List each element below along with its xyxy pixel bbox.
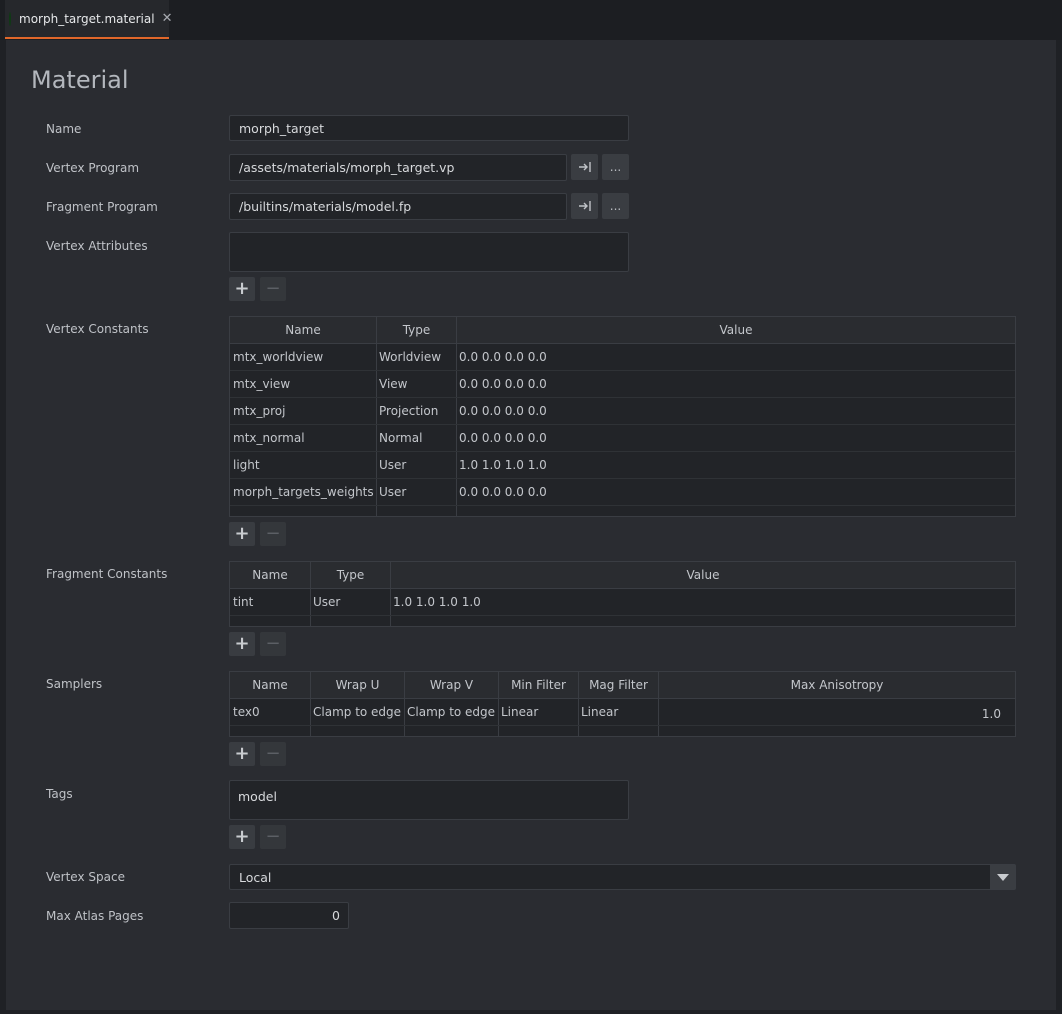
table-header: Name Type Value [230,562,1015,589]
cell-type: User [379,485,407,499]
cell-mag-filter: Linear [581,705,619,719]
vertex-program-input[interactable]: /assets/materials/morph_target.vp [229,154,567,181]
cell-type: View [379,377,408,391]
cell-value: 0.0 0.0 0.0 0.0 [459,377,547,391]
table-row[interactable]: mtx_worldview Worldview 0.0 0.0 0.0 0.0 [230,344,1015,371]
fragment-constants-label: Fragment Constants [46,567,168,581]
remove-vertex-attribute-button[interactable]: − [260,277,286,301]
column-header-max-anisotropy[interactable]: Max Anisotropy [659,672,1015,699]
cell-name: tint [233,595,254,609]
cell-min-filter: Linear [501,705,539,719]
column-header-mag-filter[interactable]: Mag Filter [579,672,659,699]
column-header-name[interactable]: Name [230,562,311,589]
vertex-space-label: Vertex Space [46,870,125,884]
open-resource-icon [578,162,591,172]
vertex-constants-label: Vertex Constants [46,322,149,336]
vertex-program-label: Vertex Program [46,161,140,175]
remove-tag-button[interactable]: − [260,825,286,849]
column-header-name[interactable]: Name [230,672,311,699]
cell-name: mtx_view [233,377,291,391]
table-row[interactable]: tex0 Clamp to edge Clamp to edge Linear … [230,699,1015,726]
table-row[interactable]: light User 1.0 1.0 1.0 1.0 [230,452,1015,479]
name-input[interactable]: morph_target [229,115,629,141]
samplers-table: Name Wrap U Wrap V Min Filter Mag Filter… [229,671,1016,737]
samplers-label: Samplers [46,677,103,691]
cell-wrap-v: Clamp to edge [407,705,496,719]
vertex-attributes-label: Vertex Attributes [46,239,148,253]
column-header-type[interactable]: Type [377,317,457,344]
add-tag-button[interactable]: + [229,825,255,849]
column-header-min-filter[interactable]: Min Filter [499,672,579,699]
table-row[interactable]: mtx_normal Normal 0.0 0.0 0.0 0.0 [230,425,1015,452]
cell-max-anisotropy: 1.0 [981,707,1001,721]
dropdown-arrow-icon[interactable] [990,865,1015,889]
tab-material[interactable]: morph_target.material ✕ [5,0,172,39]
column-header-value[interactable]: Value [391,562,1015,589]
max-atlas-pages-label: Max Atlas Pages [46,909,144,923]
column-header-name[interactable]: Name [230,317,377,344]
table-row[interactable]: morph_targets_weights User 0.0 0.0 0.0 0… [230,479,1015,506]
tags-label: Tags [46,787,73,801]
vertex-constants-table: Name Type Value mtx_worldview Worldview … [229,316,1016,517]
tab-label: morph_target.material [19,11,155,26]
cell-type: Worldview [379,350,442,364]
cell-value: 0.0 0.0 0.0 0.0 [459,485,547,499]
tags-list[interactable]: model [229,780,629,820]
open-resource-button[interactable] [571,154,598,180]
cell-name: light [233,458,260,472]
cell-value: 0.0 0.0 0.0 0.0 [459,431,547,445]
vertex-space-select[interactable]: Local [229,864,1016,890]
add-sampler-button[interactable]: + [229,742,255,766]
cell-name: morph_targets_weights [233,485,374,499]
remove-sampler-button[interactable]: − [260,742,286,766]
open-resource-button[interactable] [571,193,598,219]
material-icon [9,11,11,26]
page-title: Material [31,66,129,94]
table-row[interactable]: mtx_proj Projection 0.0 0.0 0.0 0.0 [230,398,1015,425]
fragment-program-input[interactable]: /builtins/materials/model.fp [229,193,567,220]
vertex-attributes-list[interactable] [229,232,629,272]
tag-item[interactable]: model [238,789,277,804]
tab-bar: morph_target.material ✕ [0,0,1062,40]
add-vertex-attribute-button[interactable]: + [229,277,255,301]
max-atlas-pages-input[interactable]: 0 [229,902,349,929]
remove-fragment-constant-button[interactable]: − [260,632,286,656]
fragment-program-label: Fragment Program [46,200,158,214]
cell-type: User [379,458,407,472]
cell-value: 0.0 0.0 0.0 0.0 [459,350,547,364]
browse-button[interactable]: ... [602,193,629,219]
cell-value: 0.0 0.0 0.0 0.0 [459,404,547,418]
add-vertex-constant-button[interactable]: + [229,522,255,546]
open-resource-icon [578,201,591,211]
remove-vertex-constant-button[interactable]: − [260,522,286,546]
cell-name: mtx_normal [233,431,305,445]
cell-wrap-u: Clamp to edge [313,705,402,719]
column-header-wrap-v[interactable]: Wrap V [405,672,499,699]
column-header-type[interactable]: Type [311,562,391,589]
cell-name: mtx_worldview [233,350,324,364]
vertex-space-value: Local [239,869,272,885]
name-label: Name [46,122,82,136]
cell-value: 1.0 1.0 1.0 1.0 [459,458,547,472]
cell-type: Projection [379,404,439,418]
column-header-wrap-u[interactable]: Wrap U [311,672,405,699]
cell-type: Normal [379,431,423,445]
table-header: Name Type Value [230,317,1015,344]
table-row[interactable]: tint User 1.0 1.0 1.0 1.0 [230,589,1015,616]
cell-type: User [313,595,341,609]
table-row[interactable]: mtx_view View 0.0 0.0 0.0 0.0 [230,371,1015,398]
add-fragment-constant-button[interactable]: + [229,632,255,656]
cell-value: 1.0 1.0 1.0 1.0 [393,595,481,609]
fragment-constants-table: Name Type Value tint User 1.0 1.0 1.0 1.… [229,561,1016,627]
close-icon[interactable]: ✕ [162,11,173,26]
cell-name: tex0 [233,705,260,719]
table-header: Name Wrap U Wrap V Min Filter Mag Filter… [230,672,1015,699]
column-header-value[interactable]: Value [457,317,1015,344]
browse-button[interactable]: ... [602,154,629,180]
cell-name: mtx_proj [233,404,286,418]
